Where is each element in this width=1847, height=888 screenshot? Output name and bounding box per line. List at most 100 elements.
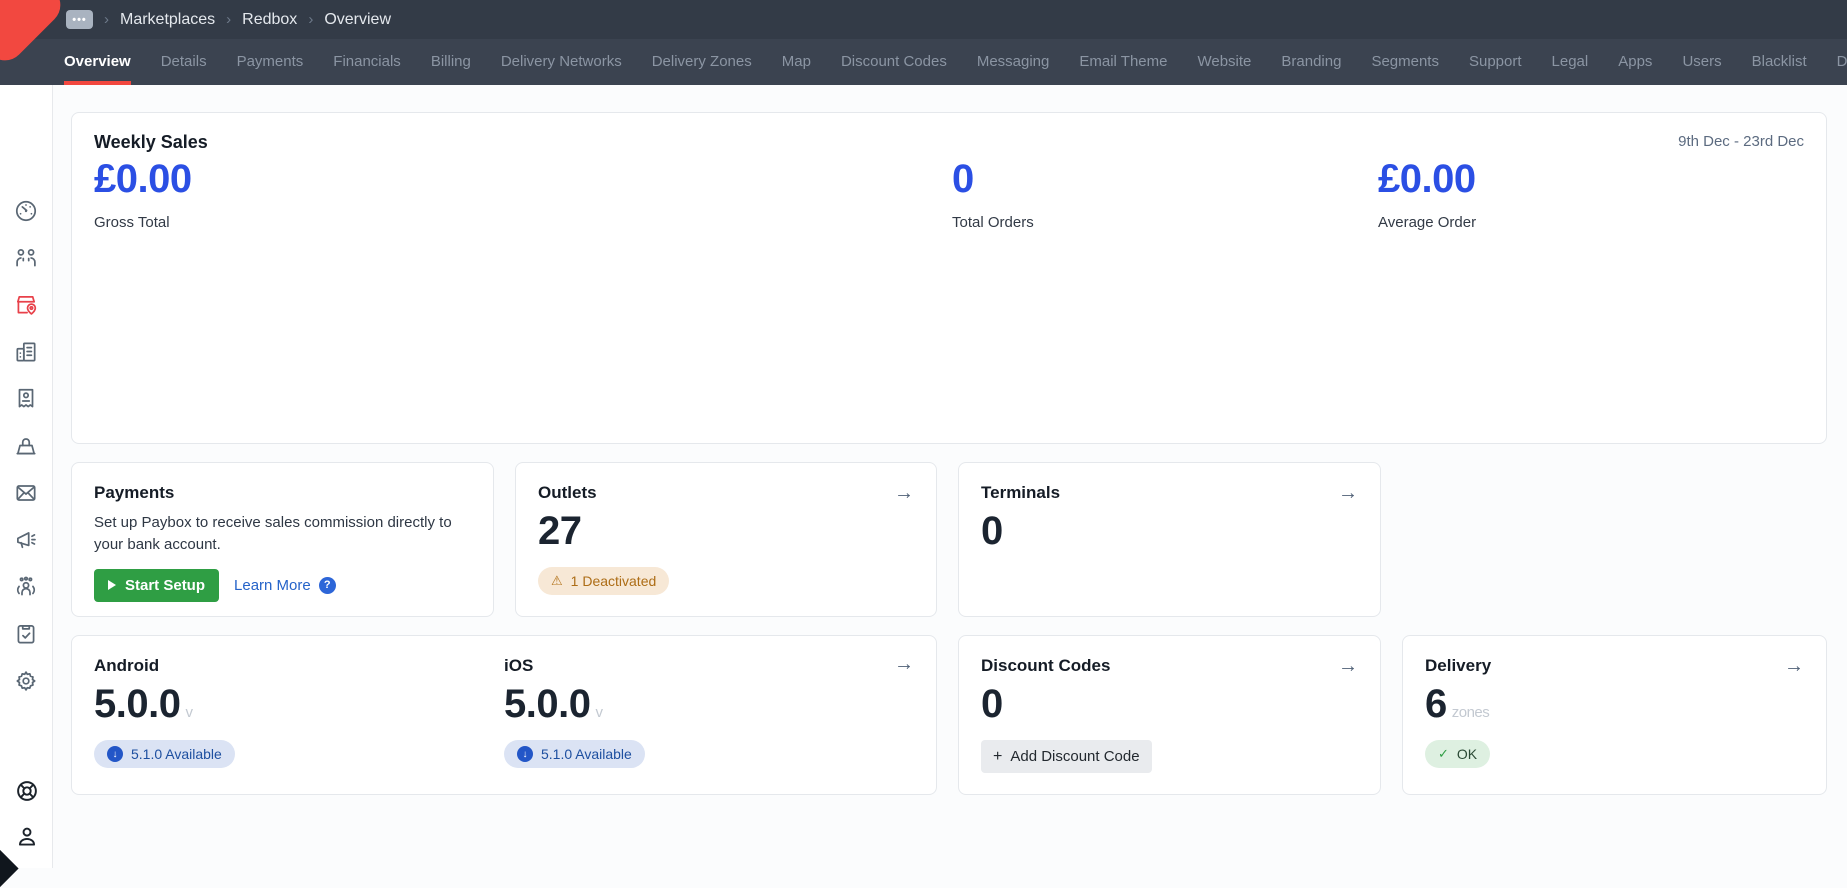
help-question-icon[interactable]: ?	[319, 577, 336, 594]
discount-codes-arrow-link[interactable]: →	[1338, 656, 1358, 676]
tab-map[interactable]: Map	[782, 39, 811, 85]
breadcrumb-item-overview[interactable]: Overview	[324, 11, 391, 29]
tab-list: Overview Details Payments Financials Bil…	[0, 39, 1847, 85]
stat-total-orders-label: Total Orders	[952, 214, 1034, 231]
sidebar-item-outlets[interactable]	[13, 339, 40, 365]
sidebar-item-customers[interactable]	[13, 386, 40, 412]
delivery-arrow-link[interactable]: →	[1784, 656, 1804, 676]
delivery-zones-count: 6zones	[1425, 682, 1804, 727]
add-discount-code-button[interactable]: + Add Discount Code	[981, 740, 1152, 773]
marketplace-store-icon	[13, 292, 39, 318]
payments-card-title: Payments	[94, 483, 471, 503]
discount-codes-count: 0	[981, 682, 1358, 727]
stat-total-orders: 0 Total Orders	[952, 157, 1034, 231]
android-update-label: 5.1.0 Available	[131, 746, 222, 762]
ios-update-label: 5.1.0 Available	[541, 746, 632, 762]
outlets-building-icon	[13, 339, 39, 365]
ios-app-section: iOS 5.0.0v ↓ 5.1.0 Available	[504, 656, 645, 768]
mobile-apps-card: → Android 5.0.0v ↓ 5.1.0 Available iOS 5…	[71, 635, 937, 795]
sidebar-item-till[interactable]	[13, 433, 40, 459]
terminals-arrow-link[interactable]: →	[1338, 483, 1358, 503]
tab-delivery-networks[interactable]: Delivery Networks	[501, 39, 622, 85]
start-setup-button[interactable]: Start Setup	[94, 569, 219, 602]
android-version: 5.0.0v	[94, 682, 235, 727]
download-icon: ↓	[517, 746, 533, 762]
breadcrumb-item-redbox[interactable]: Redbox	[242, 11, 297, 29]
tab-overview[interactable]: Overview	[64, 39, 131, 85]
android-version-suffix: v	[185, 704, 192, 721]
orders-clipboard-icon	[13, 621, 39, 647]
till-register-icon	[13, 433, 39, 459]
ios-title: iOS	[504, 656, 645, 676]
delivery-status-label: OK	[1457, 746, 1477, 762]
discount-codes-card: Discount Codes → 0 + Add Discount Code	[958, 635, 1381, 795]
outlets-card-title: Outlets	[538, 483, 597, 503]
delivery-zones-suffix: zones	[1452, 704, 1490, 721]
stat-average-order-value: £0.00	[1378, 157, 1476, 202]
payments-card: Payments Set up Paybox to receive sales …	[71, 462, 494, 617]
stat-average-order: £0.00 Average Order	[1378, 157, 1476, 231]
android-app-section: Android 5.0.0v ↓ 5.1.0 Available	[94, 656, 235, 768]
check-icon: ✓	[1438, 746, 1449, 762]
outlets-card: Outlets → 27 ⚠ 1 Deactivated	[515, 462, 937, 617]
tab-segments[interactable]: Segments	[1371, 39, 1439, 85]
download-icon: ↓	[107, 746, 123, 762]
breadcrumb: ••• › Marketplaces › Redbox › Overview	[66, 0, 391, 39]
weekly-sales-card: Weekly Sales 9th Dec - 23rd Dec £0.00 Gr…	[71, 112, 1827, 444]
discount-codes-card-title: Discount Codes	[981, 656, 1110, 676]
stat-gross-total-value: £0.00	[94, 157, 192, 202]
sidebar-item-teams[interactable]	[13, 574, 40, 600]
tab-dns[interactable]: DNS	[1837, 39, 1847, 85]
learn-more-label: Learn More	[234, 577, 311, 594]
customer-receipt-icon	[13, 386, 39, 412]
android-update-badge[interactable]: ↓ 5.1.0 Available	[94, 740, 235, 768]
sidebar-item-partners[interactable]	[13, 245, 40, 271]
apps-arrow-link[interactable]: →	[894, 654, 914, 674]
top-bar: ••• › Marketplaces › Redbox › Overview	[0, 0, 1847, 39]
tab-apps[interactable]: Apps	[1618, 39, 1652, 85]
tab-users[interactable]: Users	[1682, 39, 1721, 85]
tab-details[interactable]: Details	[161, 39, 207, 85]
sidebar-item-announcements[interactable]	[13, 527, 40, 553]
plus-icon: +	[993, 749, 1002, 765]
breadcrumb-item-marketplaces[interactable]: Marketplaces	[120, 11, 215, 29]
sidebar-item-settings[interactable]	[13, 668, 40, 694]
sidebar	[0, 85, 53, 868]
tab-billing[interactable]: Billing	[431, 39, 471, 85]
sidebar-item-account[interactable]	[13, 824, 40, 850]
sidebar-item-dashboard[interactable]	[13, 198, 40, 224]
tab-financials[interactable]: Financials	[333, 39, 401, 85]
outlets-count: 27	[538, 509, 914, 554]
tab-email-theme[interactable]: Email Theme	[1079, 39, 1167, 85]
sidebar-item-orders[interactable]	[13, 621, 40, 647]
ios-update-badge[interactable]: ↓ 5.1.0 Available	[504, 740, 645, 768]
tab-branding[interactable]: Branding	[1281, 39, 1341, 85]
tab-website[interactable]: Website	[1197, 39, 1251, 85]
sidebar-item-mail[interactable]	[13, 480, 40, 506]
sidebar-item-marketplace[interactable]	[13, 292, 40, 318]
delivery-card: Delivery → 6zones ✓ OK	[1402, 635, 1827, 795]
play-icon	[108, 580, 116, 590]
stat-gross-total: £0.00 Gross Total	[94, 157, 192, 231]
tab-legal[interactable]: Legal	[1552, 39, 1589, 85]
tab-blacklist[interactable]: Blacklist	[1752, 39, 1807, 85]
ios-version: 5.0.0v	[504, 682, 645, 727]
terminals-card: Terminals → 0	[958, 462, 1381, 617]
android-title: Android	[94, 656, 235, 676]
chevron-right-icon: ›	[226, 11, 231, 28]
learn-more-link[interactable]: Learn More ?	[234, 577, 336, 594]
tab-support[interactable]: Support	[1469, 39, 1522, 85]
warning-triangle-icon: ⚠	[551, 573, 563, 589]
tab-messaging[interactable]: Messaging	[977, 39, 1050, 85]
sidebar-item-support-help[interactable]	[13, 778, 40, 804]
outlets-arrow-link[interactable]: →	[894, 483, 914, 503]
breadcrumb-more-button[interactable]: •••	[66, 10, 93, 29]
lifebuoy-support-icon	[14, 778, 40, 804]
tab-discount-codes[interactable]: Discount Codes	[841, 39, 947, 85]
tab-delivery-zones[interactable]: Delivery Zones	[652, 39, 752, 85]
tab-payments[interactable]: Payments	[237, 39, 304, 85]
outlets-warning-badge: ⚠ 1 Deactivated	[538, 567, 669, 595]
corner-widget	[0, 849, 19, 887]
payments-description: Set up Paybox to receive sales commissio…	[94, 512, 471, 556]
delivery-card-title: Delivery	[1425, 656, 1491, 676]
